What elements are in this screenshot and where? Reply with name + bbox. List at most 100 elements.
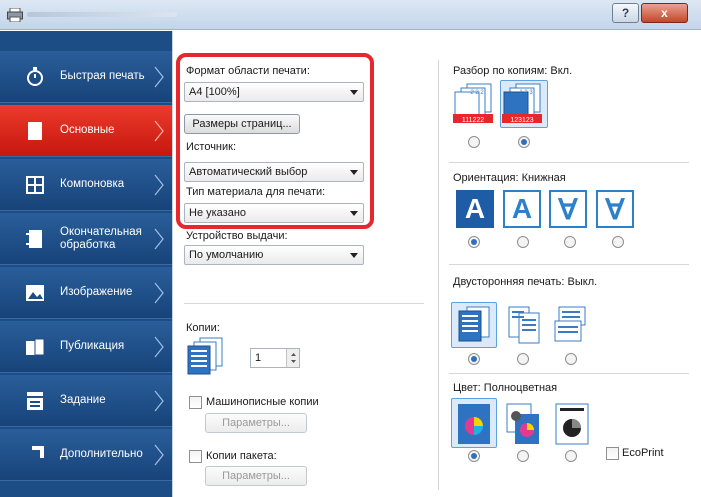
orientation-landscape-rotated[interactable]: ∀ [596, 190, 634, 228]
sidebar-item-label: Окончательная обработка [60, 225, 142, 251]
color-radio-auto[interactable] [517, 450, 529, 462]
sidebar-item-label: Быстрая печать [60, 70, 145, 82]
mopy-checkbox[interactable] [189, 396, 202, 409]
job-icon [27, 391, 43, 410]
orientation-radio-3[interactable] [564, 236, 576, 248]
copies-stack-icon [187, 337, 223, 375]
mopy-label: Машинописные копии [206, 396, 319, 408]
duplex-status: Двусторонняя печать: Выкл. [453, 276, 597, 288]
job-copies-settings-button[interactable]: Параметры... [205, 466, 307, 486]
color-radio-mono[interactable] [565, 450, 577, 462]
sidebar-item-label: Дополнительно [60, 448, 143, 460]
output-select[interactable]: По умолчанию [184, 245, 364, 265]
duplex-value: Выкл. [567, 276, 598, 288]
chevron-down-icon [350, 253, 358, 258]
ecoprint-label: EcoPrint [622, 447, 664, 459]
section-divider [184, 303, 424, 304]
close-button[interactable]: x [641, 3, 688, 23]
finishing-icon [26, 229, 42, 248]
orientation-label: Ориентация: [453, 172, 519, 184]
collate-value: Вкл. [550, 65, 573, 77]
color-label: Цвет: [453, 382, 481, 394]
chevron-right-icon [154, 390, 164, 411]
sidebar-item-quick-print[interactable]: Быстрая печать [0, 51, 172, 103]
sidebar-item-label: Компоновка [60, 178, 125, 190]
spinner-arrows[interactable] [286, 349, 299, 367]
title-bar: ? x [0, 0, 701, 30]
window-title [27, 12, 177, 17]
chevron-right-icon [154, 120, 164, 141]
orientation-status: Ориентация: Книжная [453, 172, 566, 184]
output-label: Устройство выдачи: [186, 230, 288, 242]
printer-icon [7, 8, 23, 22]
collated-digits: 1 2 3 [519, 90, 533, 96]
orientation-landscape[interactable]: A [503, 190, 541, 228]
monochrome-icon [555, 403, 589, 445]
orientation-portrait[interactable]: A [456, 190, 494, 228]
simplex-icon [458, 306, 490, 342]
spinner-arrows-icon [291, 353, 296, 363]
uncollated-icon: 111222 2 2 2 [453, 83, 493, 124]
orientation-portrait-rotated[interactable]: ∀ [549, 190, 587, 228]
uncollated-digits: 2 2 2 [470, 90, 484, 96]
full-color-icon [458, 404, 490, 444]
job-copies-label: Копии пакета: [206, 450, 277, 462]
sidebar-item-label: Изображение [60, 286, 133, 298]
stopwatch-icon [27, 66, 43, 86]
duplex-label: Двусторонняя печать: [453, 276, 565, 288]
color-value: Полноцветная [483, 382, 558, 394]
color-radio-full[interactable] [468, 450, 480, 462]
collated-icon: 123123 1 2 3 [502, 83, 542, 124]
image-icon [26, 284, 44, 301]
duplex-short-edge-icon [554, 306, 586, 342]
orientation-value: Книжная [521, 172, 566, 184]
chevron-right-icon [154, 336, 164, 357]
copies-spinner[interactable]: 1 [250, 348, 300, 368]
column-divider [438, 60, 439, 490]
duplex-radio-long[interactable] [517, 353, 529, 365]
sidebar-item-image[interactable]: Изображение [0, 267, 172, 319]
output-value: По умолчанию [189, 249, 264, 261]
job-copies-checkbox[interactable] [189, 450, 202, 463]
orientation-radio-4[interactable] [612, 236, 624, 248]
advanced-icon [26, 445, 44, 464]
orientation-radio-1[interactable] [468, 236, 480, 248]
collated-radio[interactable] [518, 136, 530, 148]
section-divider [449, 373, 689, 374]
sidebar-item-advanced[interactable]: Дополнительно [0, 429, 172, 481]
layout-icon [26, 175, 44, 194]
mopy-settings-button[interactable]: Параметры... [205, 413, 307, 433]
page-icon [28, 121, 42, 140]
collated-strip-text: 123123 [510, 117, 533, 124]
sidebar-item-label: Основные [60, 124, 115, 136]
ecoprint-checkbox[interactable] [606, 447, 619, 460]
uncollated-strip-text: 111222 [462, 117, 484, 124]
collate-label: Разбор по копиям: [453, 65, 548, 77]
auto-color-icon [506, 403, 539, 444]
color-status: Цвет: Полноцветная [453, 382, 557, 394]
chevron-right-icon [154, 66, 164, 87]
help-button[interactable]: ? [612, 3, 639, 23]
collate-status: Разбор по копиям: Вкл. [453, 65, 572, 77]
duplex-radio-short[interactable] [565, 353, 577, 365]
duplex-radio-off[interactable] [468, 353, 480, 365]
publish-icon [26, 338, 45, 355]
sidebar-item-basic[interactable]: Основные [0, 105, 172, 157]
chevron-right-icon [154, 228, 164, 249]
copies-value: 1 [255, 352, 262, 364]
sidebar-item-label: Задание [60, 394, 106, 406]
sidebar-item-layout[interactable]: Компоновка [0, 159, 172, 211]
orientation-radio-2[interactable] [517, 236, 529, 248]
sidebar-item-job[interactable]: Задание [0, 375, 172, 427]
sidebar-item-publishing[interactable]: Публикация [0, 321, 172, 373]
highlight-frame [176, 53, 374, 229]
sidebar: Быстрая печать Основные Компоновка Оконч… [0, 31, 172, 497]
chevron-right-icon [154, 174, 164, 195]
sidebar-item-label: Публикация [60, 340, 125, 352]
section-divider [449, 162, 689, 163]
section-divider [449, 264, 689, 265]
copies-label: Копии: [186, 322, 220, 334]
uncollated-radio[interactable] [468, 136, 480, 148]
chevron-right-icon [154, 282, 164, 303]
sidebar-item-finishing[interactable]: Окончательная обработка [0, 213, 172, 265]
